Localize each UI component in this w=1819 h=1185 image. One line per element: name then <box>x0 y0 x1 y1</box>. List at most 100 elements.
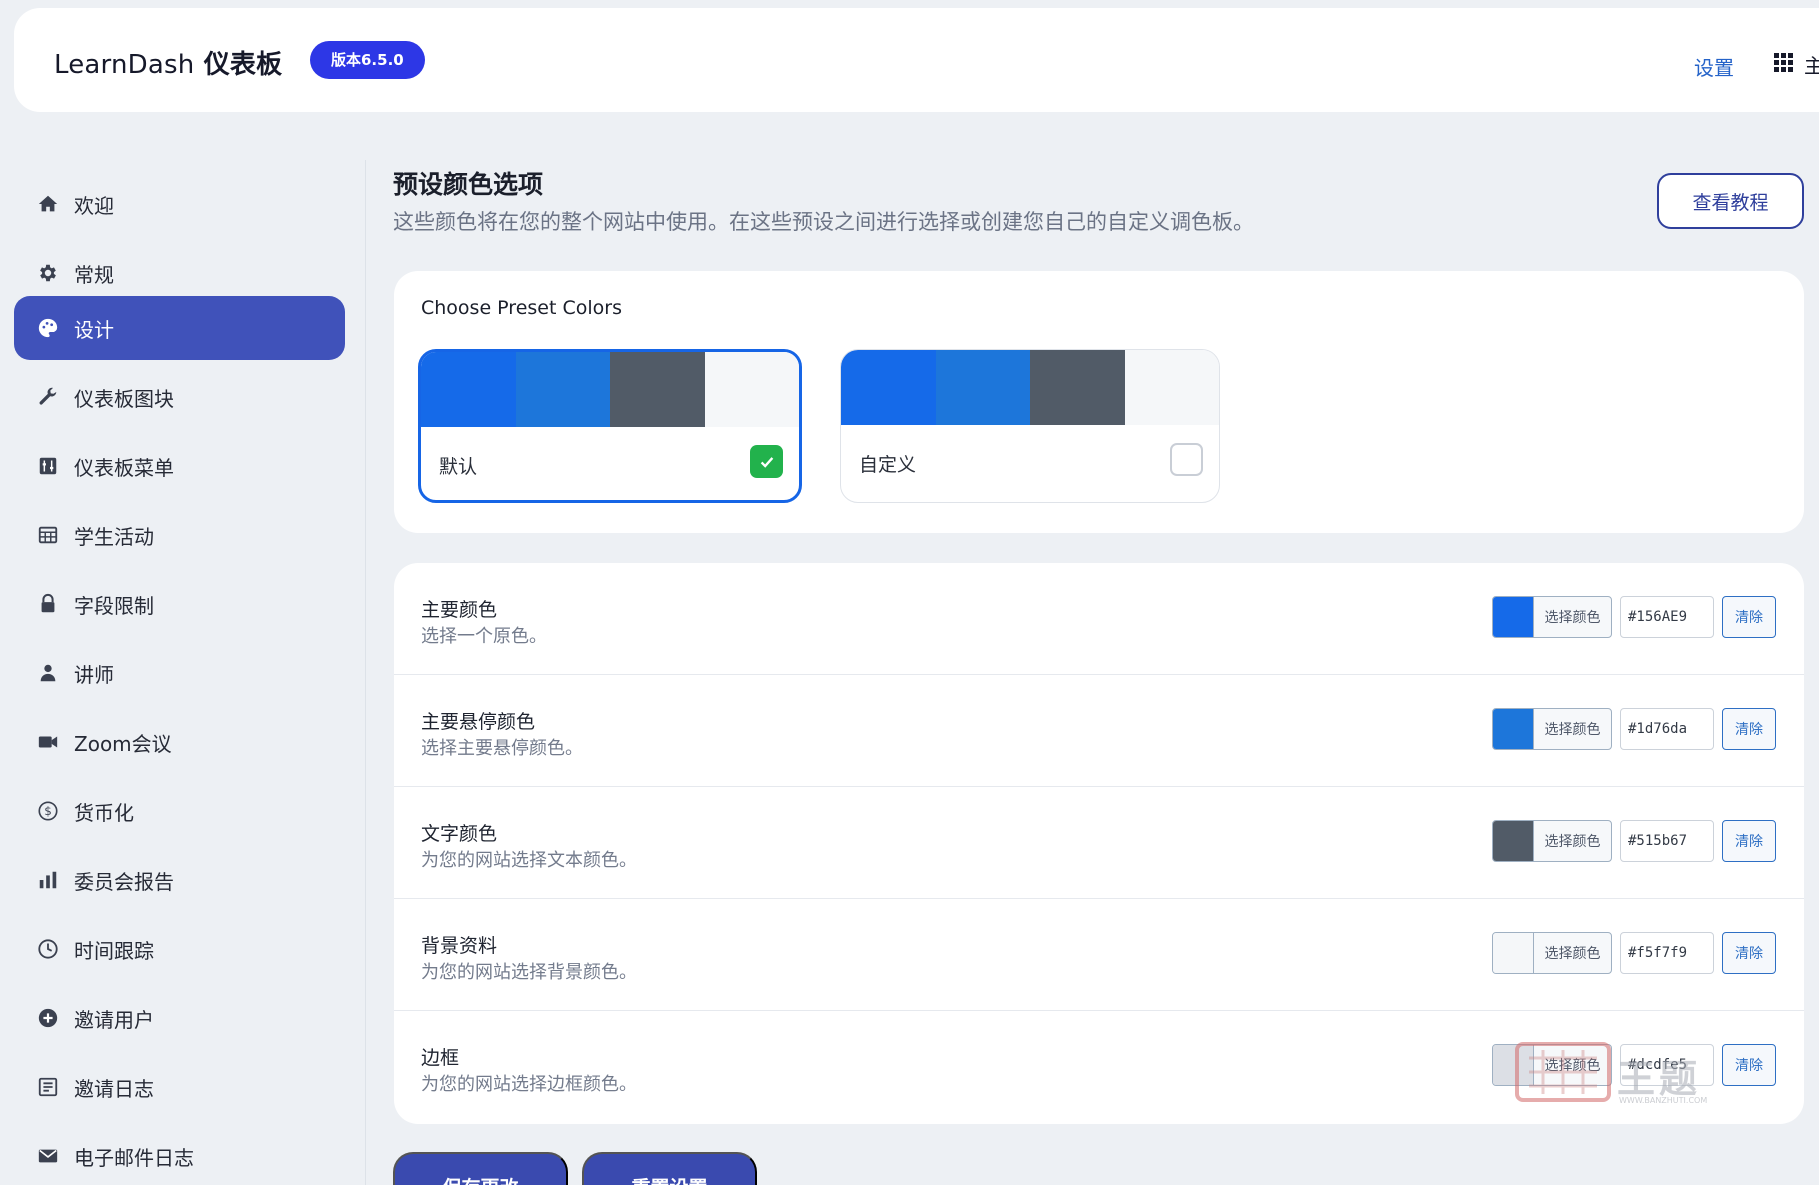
header-settings-link[interactable]: 设置 <box>1694 52 1734 81</box>
sidebar-item-label: 欢迎 <box>74 193 114 218</box>
hex-input[interactable]: #1d76da <box>1620 708 1714 750</box>
swatch-text <box>610 352 705 427</box>
sidebar-item-dashboard-tiles[interactable]: 仪表板图块 <box>14 365 345 429</box>
log-icon <box>36 1075 60 1099</box>
swatch-text <box>1030 350 1125 425</box>
sidebar-item-label: 仪表板菜单 <box>74 455 174 480</box>
swatch-hover <box>935 350 1030 425</box>
sidebar-item-monetization[interactable]: $ 货币化 <box>14 779 345 843</box>
version-badge: 版本6.5.0 <box>310 41 425 79</box>
brand-title: LearnDash 仪表板 <box>54 44 282 81</box>
preset-option-default[interactable]: 默认 <box>418 349 802 503</box>
sidebar-item-design[interactable]: 设计 <box>14 296 345 360</box>
save-changes-button[interactable]: 保存更改 <box>393 1152 568 1185</box>
sidebar-item-welcome[interactable]: 欢迎 <box>14 172 345 236</box>
preset-option-custom[interactable]: 自定义 <box>840 349 1220 503</box>
color-picker-button[interactable]: 选择颜色 <box>1492 596 1612 638</box>
sidebar-item-field-restrictions[interactable]: 字段限制 <box>14 572 345 636</box>
clear-button[interactable]: 清除 <box>1722 820 1776 862</box>
header-main-link[interactable]: 主 <box>1804 50 1819 79</box>
bar-chart-icon <box>36 868 60 892</box>
color-row-label: 背景资料 <box>421 935 498 957</box>
color-row-description: 选择主要悬停颜色。 <box>421 738 583 759</box>
clear-button[interactable]: 清除 <box>1722 596 1776 638</box>
color-picker-button[interactable]: 选择颜色 <box>1492 820 1612 862</box>
wrench-icon <box>36 385 60 409</box>
color-row-label: 边框 <box>421 1047 460 1069</box>
view-tutorial-button[interactable]: 查看教程 <box>1657 173 1804 229</box>
hex-input[interactable]: #515b67 <box>1620 820 1714 862</box>
sidebar-item-label: 电子邮件日志 <box>74 1145 194 1170</box>
page-title: 预设颜色选项 <box>393 170 544 199</box>
color-row-background: 背景资料 为您的网站选择背景颜色。 选择颜色 #f5f7f9 清除 <box>394 899 1804 1011</box>
svg-text:$: $ <box>44 804 52 818</box>
color-preview <box>1493 709 1534 749</box>
reset-settings-button[interactable]: 重置设置 <box>582 1152 757 1185</box>
preset-checkbox-custom[interactable] <box>1170 443 1203 476</box>
sidebar-item-label: 时间跟踪 <box>74 938 154 963</box>
sidebar-item-board-report[interactable]: 委员会报告 <box>14 848 345 912</box>
table-icon <box>36 523 60 547</box>
sidebar-nav: 欢迎 常规 设计 仪表板图块 仪表板菜单 学生活动 字段限制 讲师 Zoom会议… <box>0 160 366 1185</box>
hex-input[interactable]: #dcdfe5 <box>1620 1044 1714 1086</box>
color-picker-button[interactable]: 选择颜色 <box>1492 1044 1612 1086</box>
sidebar-item-email-log[interactable]: 电子邮件日志 <box>14 1124 345 1185</box>
color-row-label: 主要悬停颜色 <box>421 711 536 733</box>
swatch-primary <box>421 352 516 427</box>
brand-name-cn: 仪表板 <box>203 50 283 80</box>
sidebar-item-label: 货币化 <box>74 800 134 825</box>
color-row-label: 主要颜色 <box>421 599 498 621</box>
checkmark-icon <box>760 456 773 468</box>
clear-button[interactable]: 清除 <box>1722 708 1776 750</box>
preset-checkbox-default[interactable] <box>750 445 783 478</box>
top-header: LearnDash 仪表板 版本6.5.0 设置 主 <box>14 8 1819 112</box>
sidebar-item-invite-log[interactable]: 邀请日志 <box>14 1055 345 1119</box>
gear-icon <box>36 261 60 285</box>
clock-icon <box>36 937 60 961</box>
swatch-background <box>704 352 799 427</box>
sidebar-item-dashboard-menu[interactable]: 仪表板菜单 <box>14 434 345 498</box>
hex-input[interactable]: #f5f7f9 <box>1620 932 1714 974</box>
preset-label-custom: 自定义 <box>859 454 917 476</box>
clear-button[interactable]: 清除 <box>1722 1044 1776 1086</box>
color-settings-card: 主要颜色 选择一个原色。 选择颜色 #156AE9 清除 主要悬停颜色 选择主要… <box>394 563 1804 1124</box>
color-row-primary: 主要颜色 选择一个原色。 选择颜色 #156AE9 清除 <box>394 563 1804 675</box>
clear-button[interactable]: 清除 <box>1722 932 1776 974</box>
sidebar-item-label: 邀请用户 <box>74 1007 154 1032</box>
dollar-icon: $ <box>36 799 60 823</box>
color-row-label: 文字颜色 <box>421 823 498 845</box>
hex-input[interactable]: #156AE9 <box>1620 596 1714 638</box>
video-icon <box>36 730 60 754</box>
color-row-primary-hover: 主要悬停颜色 选择主要悬停颜色。 选择颜色 #1d76da 清除 <box>394 675 1804 787</box>
color-row-description: 为您的网站选择背景颜色。 <box>421 962 637 983</box>
preset-label-default: 默认 <box>439 456 478 478</box>
pick-color-label: 选择颜色 <box>1544 722 1601 738</box>
sidebar-item-zoom[interactable]: Zoom会议 <box>14 710 345 774</box>
sidebar-item-label: 仪表板图块 <box>74 386 174 411</box>
sidebar-item-label: 设计 <box>74 317 114 342</box>
color-picker-button[interactable]: 选择颜色 <box>1492 708 1612 750</box>
sidebar-item-time-tracking[interactable]: 时间跟踪 <box>14 917 345 981</box>
sidebar-item-invite-users[interactable]: 邀请用户 <box>14 986 345 1050</box>
swatch-primary <box>841 350 936 425</box>
color-row-border: 边框 为您的网站选择边框颜色。 选择颜色 #dcdfe5 清除 <box>394 1011 1804 1123</box>
color-row-text: 文字颜色 为您的网站选择文本颜色。 选择颜色 #515b67 清除 <box>394 787 1804 899</box>
sidebar-item-instructor[interactable]: 讲师 <box>14 641 345 705</box>
color-preview <box>1493 1045 1534 1085</box>
plus-circle-icon <box>36 1006 60 1030</box>
grid-icon[interactable] <box>1774 53 1794 73</box>
color-picker-button[interactable]: 选择颜色 <box>1492 932 1612 974</box>
preset-colors-card: Choose Preset Colors 默认 自定义 <box>394 271 1804 533</box>
sidebar-item-student-activity[interactable]: 学生活动 <box>14 503 345 567</box>
lock-icon <box>36 592 60 616</box>
pick-color-label: 选择颜色 <box>1544 834 1601 850</box>
color-row-description: 为您的网站选择边框颜色。 <box>421 1074 637 1095</box>
color-preview <box>1493 821 1534 861</box>
sliders-icon <box>36 454 60 478</box>
pick-color-label: 选择颜色 <box>1544 1058 1601 1074</box>
sidebar-item-label: 讲师 <box>74 662 114 687</box>
color-preview <box>1493 597 1534 637</box>
sidebar-item-label: 字段限制 <box>74 593 154 618</box>
sidebar-item-label: 学生活动 <box>74 524 154 549</box>
page-description: 这些颜色将在您的整个网站中使用。在这些预设之间进行选择或创建您自己的自定义调色板… <box>393 210 1254 234</box>
